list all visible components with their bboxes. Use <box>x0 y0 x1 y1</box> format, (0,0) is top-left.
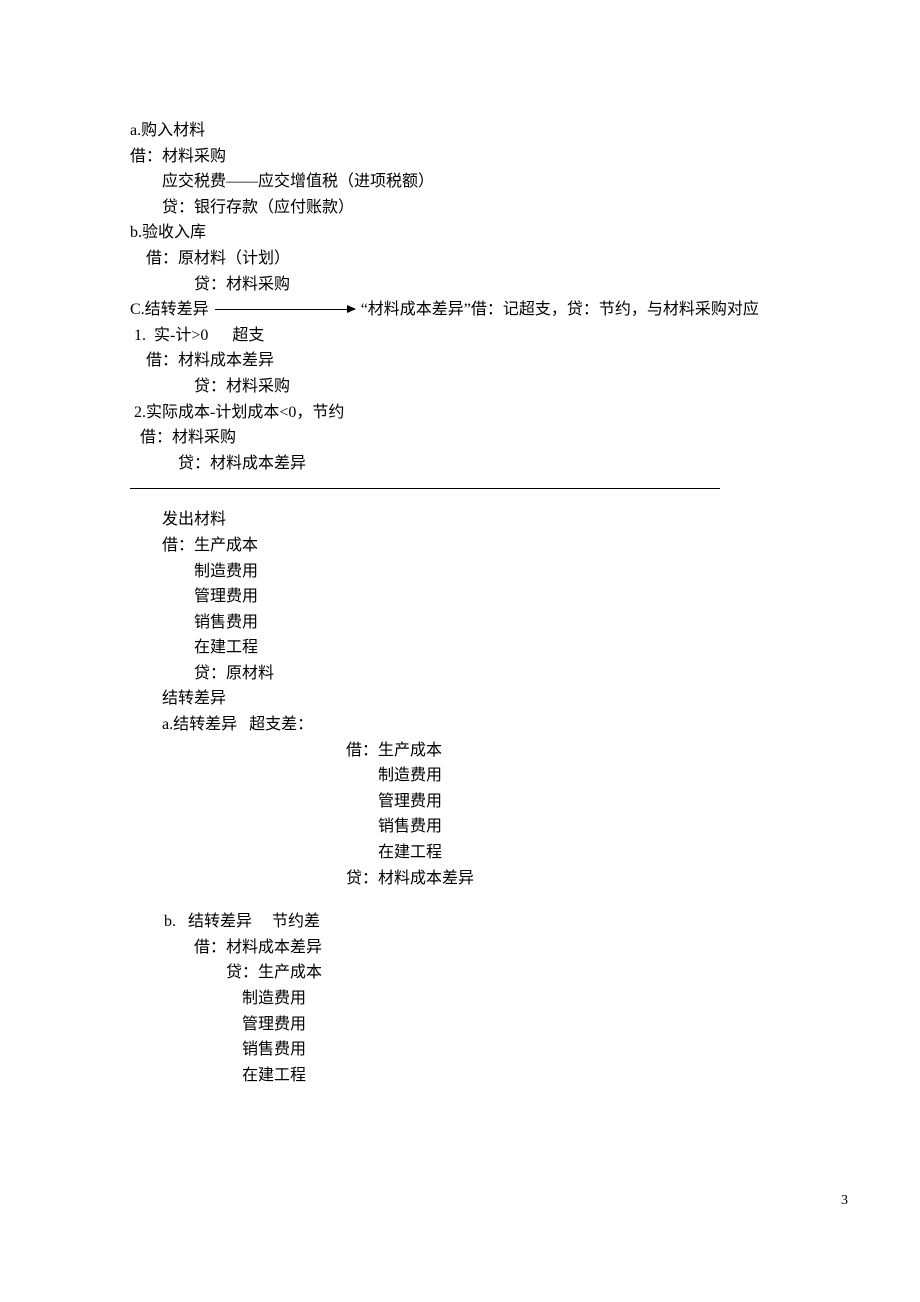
issue-line2: 制造费用 <box>130 559 790 585</box>
section-c-title: C.结转差异 <box>130 297 209 323</box>
section-a-line3: 贷：银行存款（应付账款） <box>130 195 790 221</box>
section-c2-line1: 借：材料采购 <box>130 425 790 451</box>
section-a-title: a.购入材料 <box>130 118 790 144</box>
section-c-note: “材料成本差异”借：记超支，贷：节约，与材料采购对应 <box>361 297 759 323</box>
transfer-title: 结转差异 <box>130 686 790 712</box>
section-c1-line1: 借：材料成本差异 <box>130 348 790 374</box>
transfer-b-line2: 贷：生产成本 <box>130 960 790 986</box>
transfer-b-line6: 在建工程 <box>130 1063 790 1089</box>
section-c1-head: 1. 实-计>0 超支 <box>130 323 790 349</box>
transfer-b-head: b. 结转差异 节约差 <box>130 909 790 935</box>
transfer-b-line1: 借：材料成本差异 <box>130 935 790 961</box>
transfer-b-line4: 管理费用 <box>130 1012 790 1038</box>
issue-line3: 管理费用 <box>130 584 790 610</box>
section-c-row: C.结转差异 “材料成本差异”借：记超支，贷：节约，与材料采购对应 <box>130 297 790 323</box>
issue-title: 发出材料 <box>130 507 790 533</box>
issue-line6: 贷：原材料 <box>130 661 790 687</box>
transfer-a-line6: 贷：材料成本差异 <box>130 866 790 892</box>
issue-line1: 借：生产成本 <box>130 533 790 559</box>
section-c2-line2: 贷：材料成本差异 <box>130 451 790 477</box>
transfer-a-line3: 管理费用 <box>130 789 790 815</box>
section-c1-line2: 贷：材料采购 <box>130 374 790 400</box>
section-b-line2: 贷：材料采购 <box>130 272 790 298</box>
section-b-title: b.验收入库 <box>130 220 790 246</box>
section-a-line1: 借：材料采购 <box>130 144 790 170</box>
transfer-b-line3: 制造费用 <box>130 986 790 1012</box>
section-a-line2: 应交税费——应交增值税（进项税额） <box>130 169 790 195</box>
page-number: 3 <box>841 1190 848 1212</box>
document-body: a.购入材料 借：材料采购 应交税费——应交增值税（进项税额） 贷：银行存款（应… <box>0 0 920 1088</box>
issue-line5: 在建工程 <box>130 635 790 661</box>
section-c2-head: 2.实际成本-计划成本<0，节约 <box>130 400 790 426</box>
transfer-b-line5: 销售费用 <box>130 1037 790 1063</box>
transfer-a-line2: 制造费用 <box>130 763 790 789</box>
issue-line4: 销售费用 <box>130 610 790 636</box>
transfer-a-head: a.结转差异 超支差： <box>130 712 790 738</box>
divider <box>130 488 720 489</box>
transfer-a-line4: 销售费用 <box>130 814 790 840</box>
arrow-icon <box>215 309 355 310</box>
transfer-a-line5: 在建工程 <box>130 840 790 866</box>
transfer-a-line1: 借：生产成本 <box>130 738 790 764</box>
section-b-line1: 借：原材料（计划） <box>130 246 790 272</box>
